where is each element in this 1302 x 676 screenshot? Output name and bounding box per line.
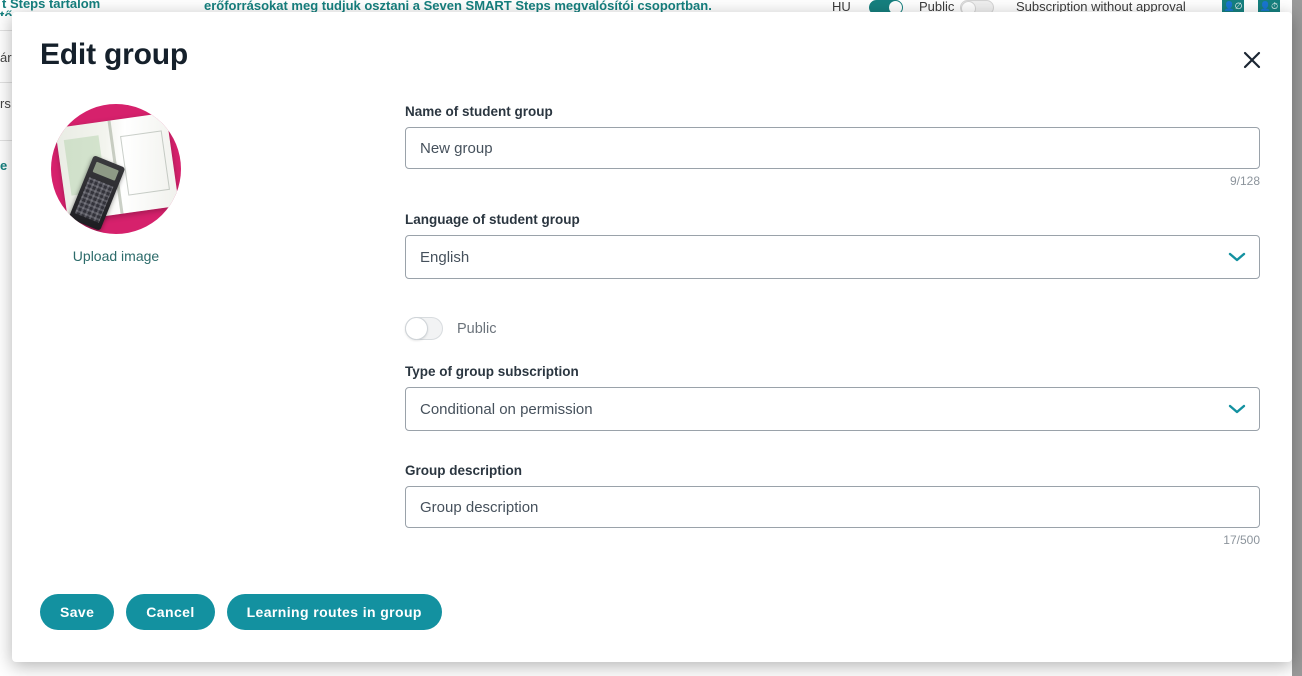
subscription-type-label: Type of group subscription: [405, 364, 579, 379]
group-name-label: Name of student group: [405, 104, 553, 119]
group-description-counter: 17/500: [1223, 533, 1260, 547]
background-left-fragment-1: ár: [0, 50, 12, 65]
field-group-language: Language of student group English: [405, 212, 1260, 279]
edit-group-modal: Edit group Upload image Name of student …: [12, 12, 1292, 662]
learning-routes-button[interactable]: Learning routes in group: [226, 594, 442, 630]
edit-group-form: Name of student group 9/128 Language of …: [405, 104, 1260, 547]
close-icon[interactable]: [1238, 46, 1266, 74]
upload-image-label[interactable]: Upload image: [40, 248, 192, 264]
public-toggle-row: Public: [405, 317, 1260, 340]
save-button[interactable]: Save: [40, 594, 115, 630]
public-toggle-label: Public: [457, 320, 497, 337]
subscription-select-wrap: Conditional on permission: [405, 387, 1260, 431]
public-toggle-knob: [405, 317, 428, 340]
avatar[interactable]: [51, 104, 181, 234]
group-name-input[interactable]: [405, 127, 1260, 169]
background-left-fragment-2: rs: [0, 96, 11, 111]
avatar-column: Upload image: [40, 104, 192, 264]
background-heading-fragment-2: tő: [0, 8, 13, 16]
group-language-label: Language of student group: [405, 212, 580, 227]
modal-title: Edit group: [40, 38, 188, 71]
group-description-label: Group description: [405, 463, 523, 478]
background-left-fragment-3: e: [0, 158, 8, 173]
background-heading-fragment-1: t Steps tartalom: [2, 0, 101, 11]
field-group-description: Group description 17/500: [405, 463, 1260, 547]
cancel-button[interactable]: Cancel: [126, 594, 215, 630]
field-subscription-type: Type of group subscription Conditional o…: [405, 364, 1260, 431]
subscription-type-select[interactable]: Conditional on permission: [405, 387, 1260, 431]
modal-footer: Save Cancel Learning routes in group: [40, 594, 442, 630]
group-description-input[interactable]: [405, 486, 1260, 528]
group-language-select[interactable]: English: [405, 235, 1260, 279]
group-name-counter: 9/128: [1229, 174, 1260, 188]
group-language-select-wrap: English: [405, 235, 1260, 279]
field-group-name: Name of student group 9/128: [405, 104, 1260, 188]
public-toggle[interactable]: [405, 317, 443, 340]
book-page-lines: [119, 129, 170, 195]
